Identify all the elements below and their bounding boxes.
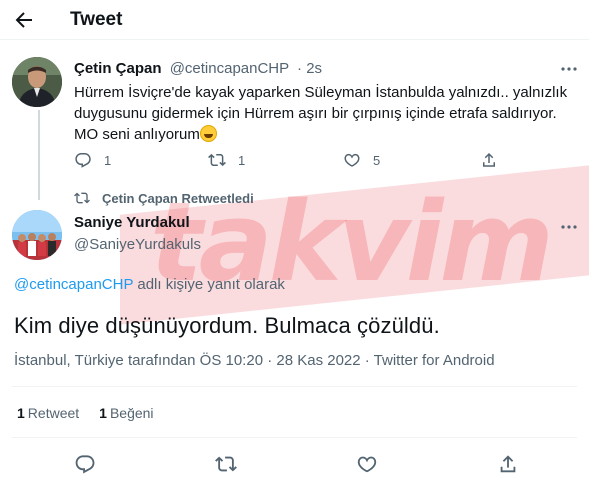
main-tweet-body: Kim diye düşünüyordum. Bulmaca çözüldü.	[14, 313, 440, 338]
likes-stat[interactable]: 1 Beğeni	[99, 405, 153, 421]
like-count: 5	[373, 152, 381, 168]
avatar[interactable]	[12, 210, 62, 260]
author-handle[interactable]: @cetincapanCHP	[170, 60, 289, 77]
reply-button[interactable]: 1	[74, 151, 111, 169]
reply-to-handle-link[interactable]: @cetincapanCHP	[14, 276, 133, 293]
author-name[interactable]: Çetin Çapan	[74, 60, 162, 77]
retweet-button[interactable]	[215, 453, 237, 475]
main-tweet-actions	[0, 453, 589, 477]
share-button[interactable]	[497, 453, 519, 475]
retweet-icon	[215, 456, 237, 472]
avatar[interactable]	[12, 57, 62, 107]
retweets-stat[interactable]: 1 Retweet	[17, 405, 79, 421]
more-options-icon[interactable]	[560, 218, 578, 236]
thread-connector	[38, 110, 40, 200]
share-icon	[483, 152, 495, 167]
retweet-notice-label: Çetin Çapan Retweetledi	[102, 190, 254, 206]
reply-to-suffix: adlı kişiye yanıt olarak	[133, 276, 285, 293]
like-button[interactable]: 5	[343, 151, 380, 169]
retweet-icon	[208, 153, 226, 167]
reply-icon	[75, 152, 91, 168]
reply-count: 1	[104, 152, 112, 168]
page-title: Tweet	[70, 9, 123, 30]
grinning-emoji-icon	[199, 125, 217, 142]
reply-button[interactable]	[74, 453, 96, 475]
quoted-tweet-body: Hürrem İsviçre'de kayak yaparken Süleyma…	[74, 84, 568, 143]
share-button[interactable]	[480, 151, 498, 169]
quoted-tweet-header: Çetin Çapan @cetincapanCHP · 2s	[74, 60, 322, 77]
heart-icon	[344, 153, 360, 167]
retweet-button[interactable]: 1	[208, 151, 245, 169]
like-button[interactable]	[356, 453, 378, 475]
retweet-notice[interactable]: Çetin Çapan Retweetledi	[74, 190, 254, 206]
engagement-stats: 1 Retweet 1 Beğeni	[17, 405, 174, 421]
top-bar: Tweet	[0, 0, 589, 40]
tweet-metadata[interactable]: İstanbul, Türkiye tarafından ÖS 10:20 · …	[14, 352, 495, 369]
retweet-count: 1	[238, 152, 246, 168]
more-options-icon[interactable]	[560, 60, 578, 78]
author-handle[interactable]: @SaniyeYurdakuls	[74, 236, 201, 253]
divider	[12, 386, 577, 387]
divider	[12, 437, 577, 438]
author-name[interactable]: Saniye Yurdakul	[74, 214, 190, 231]
tweet-time[interactable]: · 2s	[297, 60, 322, 77]
reply-icon	[75, 455, 95, 474]
back-arrow-icon[interactable]	[12, 8, 36, 32]
heart-icon	[357, 456, 377, 473]
quoted-tweet-actions: 1 1 5	[74, 151, 504, 173]
reply-context: @cetincapanCHP adlı kişiye yanıt olarak	[14, 276, 285, 293]
share-icon	[500, 455, 516, 473]
retweet-icon	[74, 192, 90, 204]
